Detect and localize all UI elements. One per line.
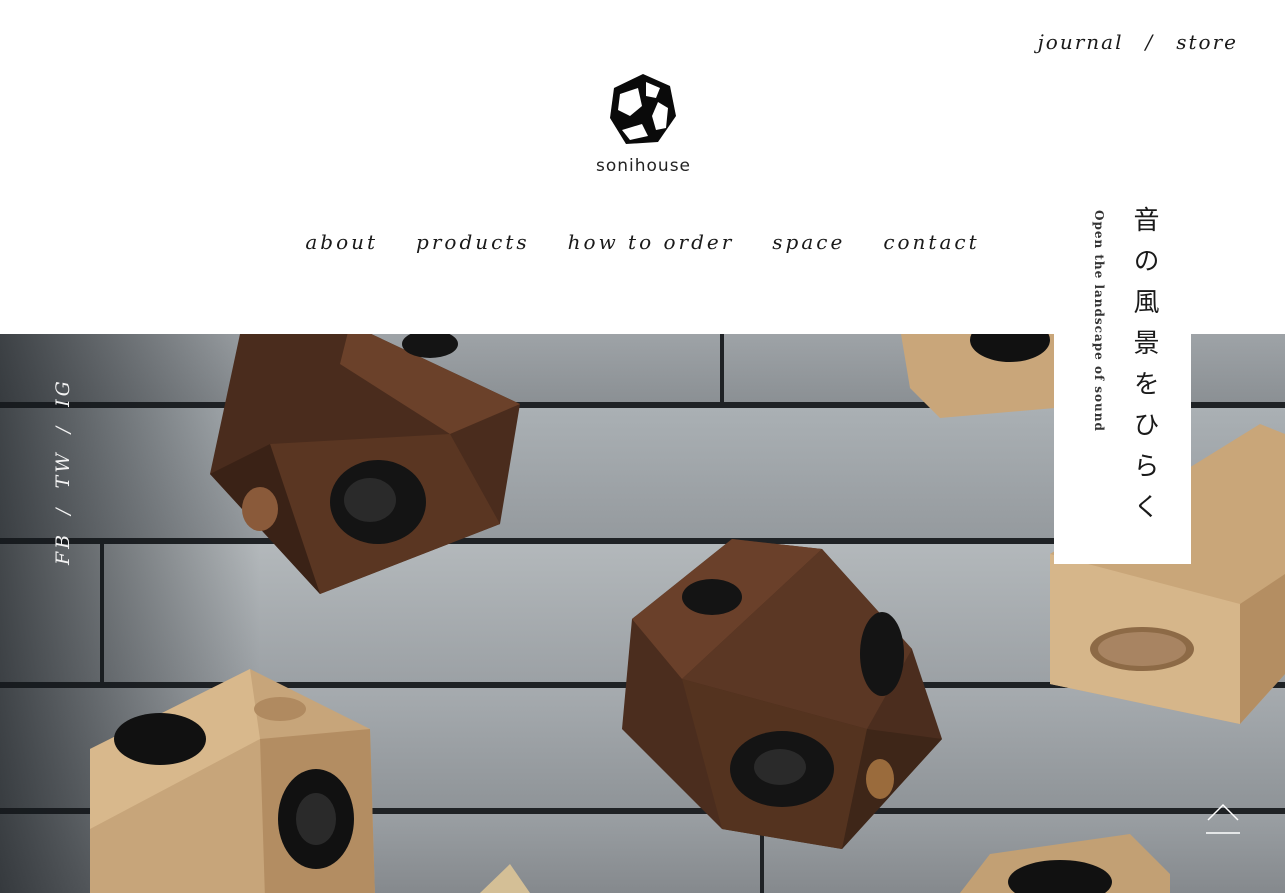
utility-links: journal / store bbox=[1038, 30, 1238, 54]
dodecahedron-logo-icon bbox=[610, 74, 676, 144]
nav-products[interactable]: products bbox=[416, 230, 530, 254]
walnut-speaker bbox=[210, 334, 520, 594]
plank-seam bbox=[720, 334, 724, 408]
twitter-link[interactable]: TW bbox=[52, 450, 74, 488]
social-links: FB / TW / IG bbox=[52, 378, 74, 565]
facebook-link[interactable]: FB bbox=[52, 532, 74, 565]
nav-about[interactable]: about bbox=[305, 230, 378, 254]
utility-separator: / bbox=[1145, 30, 1155, 54]
birch-speaker bbox=[960, 834, 1170, 893]
site-logo[interactable]: sonihouse bbox=[596, 72, 690, 176]
journal-link[interactable]: journal bbox=[1038, 30, 1124, 54]
instagram-link[interactable]: IG bbox=[52, 378, 74, 407]
birch-speaker bbox=[90, 669, 375, 893]
birch-speaker bbox=[901, 334, 1060, 418]
birch-speaker bbox=[480, 864, 530, 893]
tagline-english: Open the landscape of sound bbox=[1092, 210, 1106, 432]
social-separator: / bbox=[52, 505, 74, 515]
nav-how-to-order[interactable]: how to order bbox=[568, 230, 735, 254]
social-separator: / bbox=[52, 423, 74, 434]
walnut-speaker bbox=[622, 539, 942, 849]
brand-wordmark: sonihouse bbox=[596, 156, 692, 176]
chevron-up-icon bbox=[1206, 803, 1240, 834]
back-to-top-button[interactable] bbox=[1204, 800, 1242, 836]
nav-space[interactable]: space bbox=[772, 230, 845, 254]
nav-contact[interactable]: contact bbox=[883, 230, 979, 254]
store-link[interactable]: store bbox=[1176, 30, 1238, 54]
tagline-panel: 音の風景をひらく Open the landscape of sound bbox=[1054, 190, 1191, 564]
tagline-japanese: 音の風景をひらく bbox=[1129, 206, 1159, 534]
